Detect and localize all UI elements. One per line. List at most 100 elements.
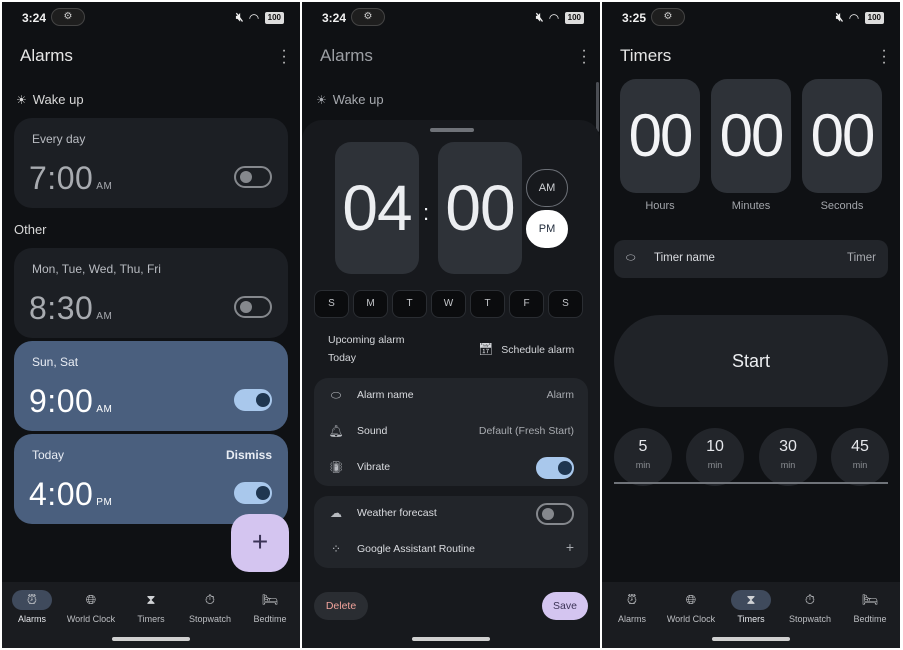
- alarm-time[interactable]: 8:30 AM: [29, 290, 112, 327]
- assistant-routine-row[interactable]: ⁘ Google Assistant Routine +: [314, 532, 588, 568]
- add-routine-icon[interactable]: +: [566, 539, 574, 555]
- alarm-time[interactable]: 7:00 AM: [29, 160, 112, 197]
- nav-stopwatch[interactable]: ⏱︎ Stopwatch: [180, 590, 240, 624]
- drag-handle[interactable]: [430, 128, 474, 132]
- day-tue[interactable]: T: [392, 290, 427, 318]
- nav-timers[interactable]: ⧗ Timers: [721, 590, 781, 624]
- alarm-icon: ⏰︎: [626, 592, 638, 607]
- nav-alarms[interactable]: ⏰︎ Alarms: [2, 590, 62, 624]
- weather-toggle[interactable]: [536, 503, 574, 525]
- day-thu[interactable]: T: [470, 290, 505, 318]
- plus-icon: +: [251, 526, 269, 557]
- vibrate-toggle[interactable]: [536, 457, 574, 479]
- hours-label: Hours: [645, 200, 675, 212]
- more-options-icon[interactable]: · · ·: [278, 43, 290, 71]
- weather-forecast-row[interactable]: ☁ Weather forecast: [314, 496, 588, 532]
- nav-timers[interactable]: ⧗ Timers: [121, 590, 181, 624]
- vibrate-icon: 📳︎: [328, 460, 344, 474]
- battery-icon: 100: [864, 11, 884, 24]
- alarm-card-today[interactable]: Today Dismiss 4:00 PM: [14, 434, 288, 524]
- alarm-card-wake[interactable]: Every day 7:00 AM: [14, 118, 288, 208]
- vibrate-row[interactable]: 📳︎ Vibrate: [314, 450, 588, 486]
- alarm-days: Sun, Sat: [32, 355, 79, 369]
- calendar-clock-icon: 📅︎: [478, 342, 494, 356]
- seconds-label: Seconds: [820, 200, 864, 212]
- dismiss-button[interactable]: Dismiss: [226, 448, 272, 462]
- extra-settings-group: ☁ Weather forecast ⁘ Google Assistant Ro…: [314, 496, 588, 568]
- other-section-header: Other: [14, 222, 47, 237]
- alarm-card-weekdays[interactable]: Mon, Tue, Wed, Thu, Fri 8:30 AM: [14, 248, 288, 338]
- pm-button[interactable]: PM: [526, 210, 568, 248]
- nav-bedtime[interactable]: 🛏︎ Bedtime: [840, 590, 900, 624]
- timer-name-label: Timer name: [654, 252, 715, 264]
- day-mon[interactable]: M: [353, 290, 388, 318]
- scrollbar[interactable]: [596, 82, 599, 132]
- timer-name-value: Timer: [847, 252, 876, 264]
- settings-gear-icon: ⚙: [351, 8, 385, 26]
- sun-icon: ☀: [16, 93, 27, 107]
- seconds-display[interactable]: 00: [802, 79, 882, 193]
- preset-30-min[interactable]: 30 min: [759, 428, 817, 486]
- home-indicator[interactable]: [712, 637, 790, 641]
- start-button[interactable]: Start: [614, 315, 888, 407]
- preset-45-min[interactable]: 45 min: [831, 428, 889, 486]
- minutes-display[interactable]: 00: [711, 79, 791, 193]
- status-time: 3:24: [22, 11, 47, 25]
- alarm-icon: ⏰︎: [12, 590, 52, 610]
- page-title: Alarms: [320, 46, 373, 65]
- day-fri[interactable]: F: [509, 290, 544, 318]
- upcoming-alarm-value: Today: [328, 352, 357, 364]
- alarm-toggle[interactable]: [234, 166, 272, 188]
- hourglass-icon: ⧗: [731, 590, 771, 610]
- wake-up-header: ☀ Wake up: [16, 92, 84, 107]
- alarm-time[interactable]: 4:00 PM: [29, 476, 112, 513]
- time-separator: :: [423, 200, 430, 225]
- label-tag-icon: ⬭: [626, 252, 636, 264]
- battery-icon: 100: [264, 11, 284, 24]
- settings-gear-icon: ⚙: [51, 8, 85, 26]
- nav-stopwatch[interactable]: ⏱︎ Stopwatch: [780, 590, 840, 624]
- alarm-card-weekend[interactable]: Sun, Sat 9:00 AM: [14, 341, 288, 431]
- minute-picker[interactable]: 00: [438, 142, 522, 274]
- preset-5-min[interactable]: 5 min: [614, 428, 672, 486]
- mute-icon: 🔇︎: [235, 10, 244, 24]
- alarm-toggle[interactable]: [234, 296, 272, 318]
- timer-name-field[interactable]: ⬭ Timer name Timer: [614, 240, 888, 278]
- alarm-time[interactable]: 9:00 AM: [29, 383, 112, 420]
- more-options-icon[interactable]: · · ·: [578, 43, 590, 71]
- mute-icon: 🔇︎: [535, 10, 544, 24]
- day-wed[interactable]: W: [431, 290, 466, 318]
- status-time: 3:24: [322, 11, 347, 25]
- alarms-list-screen: 3:24 ⚙ 🔇︎ ◠ 100 Alarms · · · ☀ Wake up Ever…: [2, 2, 300, 648]
- alarm-toggle[interactable]: [234, 389, 272, 411]
- nav-world-clock[interactable]: 🌐︎ World Clock: [61, 590, 121, 624]
- home-indicator[interactable]: [112, 637, 190, 641]
- stopwatch-icon: ⏱︎: [804, 592, 816, 607]
- sound-row[interactable]: 🔔︎ Sound Default (Fresh Start): [314, 414, 588, 450]
- alarm-editor-screen: 3:24 ⚙ 🔇︎ ◠ 100 Alarms · · · ☀ Wake up 04 :…: [302, 2, 600, 648]
- page-title: Alarms: [20, 46, 73, 65]
- alarm-days: Mon, Tue, Wed, Thu, Fri: [32, 262, 161, 276]
- delete-button[interactable]: Delete: [314, 592, 368, 620]
- preset-10-min[interactable]: 10 min: [686, 428, 744, 486]
- am-button[interactable]: AM: [526, 169, 568, 207]
- schedule-alarm-button[interactable]: 📅︎ Schedule alarm: [478, 342, 574, 356]
- sun-icon: ☀: [316, 93, 327, 107]
- alarm-toggle[interactable]: [234, 482, 272, 504]
- nav-bedtime[interactable]: 🛏︎ Bedtime: [240, 590, 300, 624]
- hours-display[interactable]: 00: [620, 79, 700, 193]
- day-sun[interactable]: S: [314, 290, 349, 318]
- hour-picker[interactable]: 04: [335, 142, 419, 274]
- alarm-days: Today: [32, 448, 65, 462]
- alarm-name-row[interactable]: ⬭ Alarm name Alarm: [314, 378, 588, 414]
- nav-world-clock[interactable]: 🌐︎ World Clock: [661, 590, 721, 624]
- home-indicator[interactable]: [412, 637, 490, 641]
- status-time: 3:25: [622, 11, 647, 25]
- wifi-icon: ◠: [849, 10, 859, 25]
- save-button[interactable]: Save: [542, 592, 588, 620]
- nav-alarms[interactable]: ⏰︎ Alarms: [602, 590, 662, 624]
- more-options-icon[interactable]: · · ·: [878, 43, 890, 71]
- add-alarm-button[interactable]: +: [231, 514, 289, 572]
- day-sat[interactable]: S: [548, 290, 583, 318]
- bed-icon: 🛏︎: [861, 592, 879, 607]
